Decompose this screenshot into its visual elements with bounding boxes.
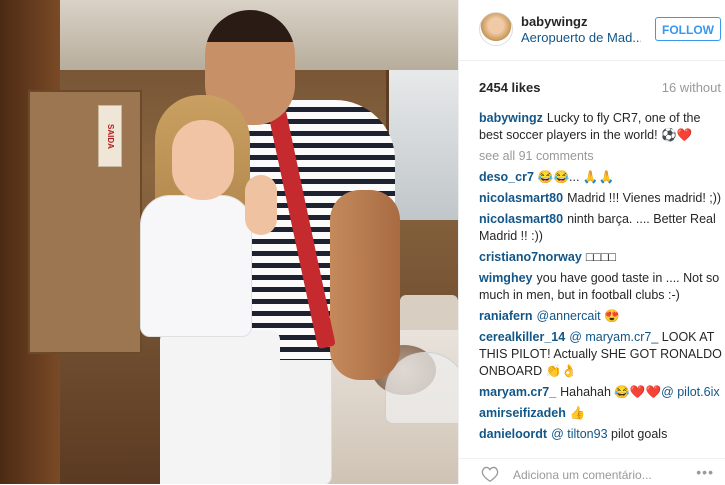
comment-bar: Adiciona um comentário... •••: [459, 458, 725, 485]
comment-text: □□□□: [585, 250, 617, 264]
comment-row: nicolasmart80 Madrid !!! Vienes madrid! ;…: [479, 190, 724, 207]
time-ago: 16 without: [661, 80, 721, 95]
comment-user-link[interactable]: maryam.cr7_: [479, 385, 556, 399]
woman-shorts: [160, 330, 280, 484]
see-all-comments-link[interactable]: see all 91 comments: [479, 148, 724, 165]
comment-mention-link[interactable]: @annercait: [537, 309, 601, 323]
comment-row: raniafern @annercait 😍: [479, 308, 724, 325]
comment-mention-link[interactable]: @ tilton93: [551, 427, 607, 441]
comment-text: 😂😂... 🙏🙏: [537, 170, 615, 184]
comment-user-link[interactable]: danieloordt: [479, 427, 547, 441]
caption-user[interactable]: babywingz: [479, 111, 543, 125]
post-sidebar: babywingz Aeropuerto de Mad... FOLLOW 24…: [458, 0, 725, 484]
comment-user-link[interactable]: nicolasmart80: [479, 191, 563, 205]
location-link[interactable]: Aeropuerto de Mad...: [521, 30, 641, 45]
food-tray: [400, 295, 458, 335]
comment-row: wimghey you have good taste in .... Not s…: [479, 270, 724, 304]
woman-face: [172, 120, 234, 200]
comment-user-link[interactable]: cerealkiller_14: [479, 330, 565, 344]
comment-user-link[interactable]: amirseifizadeh: [479, 406, 566, 420]
add-comment-input[interactable]: Adiciona um comentário...: [513, 468, 652, 482]
comment-user-link[interactable]: deso_cr7: [479, 170, 534, 184]
caption: babywingz Lucky to fly CR7, one of the be…: [479, 110, 724, 144]
more-options-icon[interactable]: •••: [696, 464, 714, 480]
comment-row: cristiano7norway □□□□: [479, 249, 724, 266]
woman-pilot-shirt: [140, 195, 252, 337]
comment-row: cerealkiller_14 @ maryam.cr7_ LOOK AT THI…: [479, 329, 724, 380]
comment-row: maryam.cr7_ Hahahah 😂❤️❤️@ pilot.6ix: [479, 384, 724, 401]
exit-sign: SAIDA: [98, 105, 122, 167]
comment-text: pilot goals: [611, 427, 668, 441]
man-arm: [330, 190, 400, 380]
comment-row: deso_cr7 😂😂... 🙏🙏: [479, 169, 724, 186]
follow-button[interactable]: FOLLOW: [655, 17, 721, 41]
comment-mention-link[interactable]: @ maryam.cr7_: [569, 330, 658, 344]
comment-text: 😍: [604, 309, 620, 323]
comment-user-link[interactable]: nicolasmart80: [479, 212, 563, 226]
comment-text: Hahahah 😂❤️❤️: [560, 385, 662, 399]
comment-text: Madrid !!! Vienes madrid! ;)): [567, 191, 722, 205]
comment-user-link[interactable]: cristiano7norway: [479, 250, 582, 264]
comment-user-link[interactable]: wimghey: [479, 271, 533, 285]
comment-row: danieloordt @ tilton93 pilot goals: [479, 426, 724, 443]
post-stats: 2454 likes 16 without: [479, 80, 721, 96]
username-link[interactable]: babywingz: [521, 14, 587, 29]
heart-icon[interactable]: [481, 466, 499, 482]
avatar[interactable]: [479, 12, 513, 46]
woman-hand: [245, 175, 277, 235]
comments-list: babywingz Lucky to fly CR7, one of the be…: [479, 110, 724, 450]
cabin-window: [386, 70, 458, 220]
cabin-cabinet: [28, 90, 142, 354]
post-photo[interactable]: SAIDA: [0, 0, 458, 484]
comment-row: amirseifizadeh 👍: [479, 405, 724, 422]
likes-count[interactable]: 2454 likes: [479, 80, 540, 95]
comment-text: 👍: [569, 406, 586, 420]
comment-user-link[interactable]: raniafern: [479, 309, 533, 323]
comment-mention-link[interactable]: @ pilot.6ix: [661, 385, 720, 399]
comment-row: nicolasmart80 ninth barça. .... Better Re…: [479, 211, 724, 245]
instagram-post: SAIDA babywingz Aeropuerto de Mad... FOL…: [0, 0, 725, 484]
post-header: babywingz Aeropuerto de Mad... FOLLOW: [459, 0, 725, 61]
